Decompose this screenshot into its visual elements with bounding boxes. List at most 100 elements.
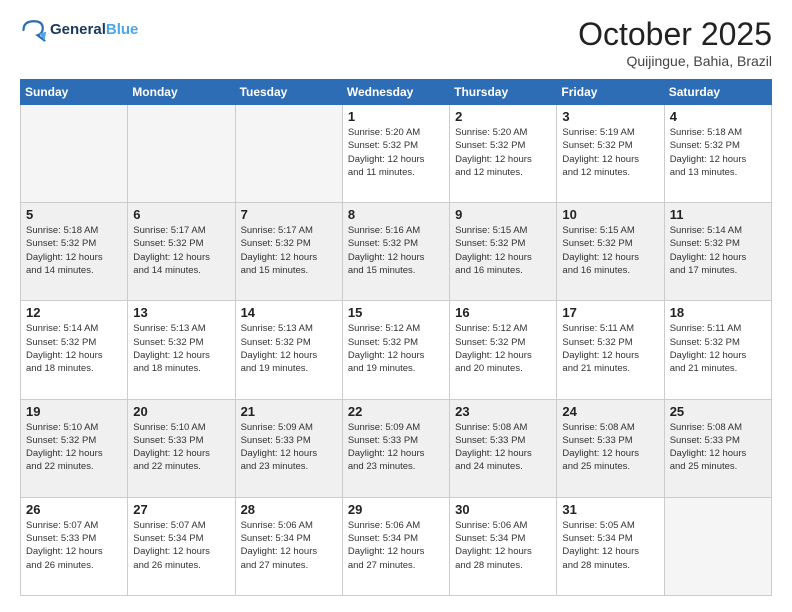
table-row: 7 Sunrise: 5:17 AMSunset: 5:32 PMDaylight… — [235, 203, 342, 301]
table-row: 30Sunrise: 5:06 AMSunset: 5:34 PMDayligh… — [450, 497, 557, 595]
table-row: 14Sunrise: 5:13 AMSunset: 5:32 PMDayligh… — [235, 301, 342, 399]
day-info: Sunrise: 5:11 AMSunset: 5:32 PMDaylight:… — [670, 322, 766, 375]
calendar-week-row: 26 Sunrise: 5:07 AMSunset: 5:33 PMDayligh… — [21, 497, 772, 595]
calendar-header-row: Sunday Monday Tuesday Wednesday Thursday… — [21, 80, 772, 105]
logo-text: GeneralBlue — [50, 21, 138, 39]
day-info: Sunrise: 5:14 AMSunset: 5:32 PMDaylight:… — [670, 224, 766, 277]
table-row: 27Sunrise: 5:07 AMSunset: 5:34 PMDayligh… — [128, 497, 235, 595]
day-info: Sunrise: 5:08 AMSunset: 5:33 PMDaylight:… — [562, 421, 658, 474]
table-row: 2 Sunrise: 5:20 AMSunset: 5:32 PMDaylight… — [450, 105, 557, 203]
col-thursday: Thursday — [450, 80, 557, 105]
table-row — [235, 105, 342, 203]
table-row: 16 Sunrise: 5:12 AMSunset: 5:32 PMDayligh… — [450, 301, 557, 399]
table-row — [21, 105, 128, 203]
calendar-week-row: 12Sunrise: 5:14 AMSunset: 5:32 PMDayligh… — [21, 301, 772, 399]
day-number: 14 — [241, 305, 337, 320]
day-info: Sunrise: 5:19 AMSunset: 5:32 PMDaylight:… — [562, 126, 658, 179]
table-row: 4 Sunrise: 5:18 AMSunset: 5:32 PMDaylight… — [664, 105, 771, 203]
table-row: 22 Sunrise: 5:09 AMSunset: 5:33 PMDayligh… — [342, 399, 449, 497]
table-row: 26 Sunrise: 5:07 AMSunset: 5:33 PMDayligh… — [21, 497, 128, 595]
page: GeneralBlue October 2025 Quijingue, Bahi… — [0, 0, 792, 612]
day-number: 20 — [133, 404, 229, 419]
table-row: 10 Sunrise: 5:15 AMSunset: 5:32 PMDayligh… — [557, 203, 664, 301]
table-row: 3Sunrise: 5:19 AMSunset: 5:32 PMDaylight… — [557, 105, 664, 203]
day-number: 17 — [562, 305, 658, 320]
table-row: 11 Sunrise: 5:14 AMSunset: 5:32 PMDayligh… — [664, 203, 771, 301]
table-row: 28 Sunrise: 5:06 AMSunset: 5:34 PMDayligh… — [235, 497, 342, 595]
table-row: 21 Sunrise: 5:09 AMSunset: 5:33 PMDayligh… — [235, 399, 342, 497]
day-number: 11 — [670, 207, 766, 222]
table-row: 25 Sunrise: 5:08 AMSunset: 5:33 PMDayligh… — [664, 399, 771, 497]
logo: GeneralBlue — [20, 16, 138, 44]
day-info: Sunrise: 5:10 AMSunset: 5:32 PMDaylight:… — [26, 421, 122, 474]
table-row: 29 Sunrise: 5:06 AMSunset: 5:34 PMDayligh… — [342, 497, 449, 595]
day-number: 1 — [348, 109, 444, 124]
col-friday: Friday — [557, 80, 664, 105]
day-info: Sunrise: 5:12 AMSunset: 5:32 PMDaylight:… — [455, 322, 551, 375]
subtitle: Quijingue, Bahia, Brazil — [578, 53, 772, 69]
day-number: 21 — [241, 404, 337, 419]
day-number: 4 — [670, 109, 766, 124]
day-info: Sunrise: 5:15 AMSunset: 5:32 PMDaylight:… — [562, 224, 658, 277]
title-block: October 2025 Quijingue, Bahia, Brazil — [578, 16, 772, 69]
day-info: Sunrise: 5:08 AMSunset: 5:33 PMDaylight:… — [670, 421, 766, 474]
day-info: Sunrise: 5:17 AMSunset: 5:32 PMDaylight:… — [241, 224, 337, 277]
col-sunday: Sunday — [21, 80, 128, 105]
col-monday: Monday — [128, 80, 235, 105]
table-row: 15 Sunrise: 5:12 AMSunset: 5:32 PMDayligh… — [342, 301, 449, 399]
day-info: Sunrise: 5:15 AMSunset: 5:32 PMDaylight:… — [455, 224, 551, 277]
table-row — [128, 105, 235, 203]
day-number: 18 — [670, 305, 766, 320]
day-info: Sunrise: 5:16 AMSunset: 5:32 PMDaylight:… — [348, 224, 444, 277]
table-row: 6 Sunrise: 5:17 AMSunset: 5:32 PMDaylight… — [128, 203, 235, 301]
day-number: 29 — [348, 502, 444, 517]
day-number: 7 — [241, 207, 337, 222]
day-number: 24 — [562, 404, 658, 419]
table-row: 31Sunrise: 5:05 AMSunset: 5:34 PMDayligh… — [557, 497, 664, 595]
day-info: Sunrise: 5:09 AMSunset: 5:33 PMDaylight:… — [348, 421, 444, 474]
day-info: Sunrise: 5:07 AMSunset: 5:33 PMDaylight:… — [26, 519, 122, 572]
day-info: Sunrise: 5:12 AMSunset: 5:32 PMDaylight:… — [348, 322, 444, 375]
day-info: Sunrise: 5:18 AMSunset: 5:32 PMDaylight:… — [670, 126, 766, 179]
table-row: 12Sunrise: 5:14 AMSunset: 5:32 PMDayligh… — [21, 301, 128, 399]
day-number: 2 — [455, 109, 551, 124]
col-saturday: Saturday — [664, 80, 771, 105]
calendar-week-row: 5Sunrise: 5:18 AMSunset: 5:32 PMDaylight… — [21, 203, 772, 301]
header: GeneralBlue October 2025 Quijingue, Bahi… — [20, 16, 772, 69]
calendar-week-row: 1 Sunrise: 5:20 AMSunset: 5:32 PMDaylight… — [21, 105, 772, 203]
day-number: 19 — [26, 404, 122, 419]
day-number: 9 — [455, 207, 551, 222]
day-info: Sunrise: 5:11 AMSunset: 5:32 PMDaylight:… — [562, 322, 658, 375]
day-number: 22 — [348, 404, 444, 419]
day-number: 30 — [455, 502, 551, 517]
day-info: Sunrise: 5:06 AMSunset: 5:34 PMDaylight:… — [348, 519, 444, 572]
calendar-week-row: 19 Sunrise: 5:10 AMSunset: 5:32 PMDayligh… — [21, 399, 772, 497]
table-row: 18 Sunrise: 5:11 AMSunset: 5:32 PMDayligh… — [664, 301, 771, 399]
day-info: Sunrise: 5:20 AMSunset: 5:32 PMDaylight:… — [455, 126, 551, 179]
day-number: 26 — [26, 502, 122, 517]
calendar-table: Sunday Monday Tuesday Wednesday Thursday… — [20, 79, 772, 596]
day-info: Sunrise: 5:10 AMSunset: 5:33 PMDaylight:… — [133, 421, 229, 474]
day-info: Sunrise: 5:18 AMSunset: 5:32 PMDaylight:… — [26, 224, 122, 277]
day-number: 15 — [348, 305, 444, 320]
table-row: 13 Sunrise: 5:13 AMSunset: 5:32 PMDayligh… — [128, 301, 235, 399]
day-number: 16 — [455, 305, 551, 320]
day-info: Sunrise: 5:17 AMSunset: 5:32 PMDaylight:… — [133, 224, 229, 277]
day-number: 25 — [670, 404, 766, 419]
day-info: Sunrise: 5:08 AMSunset: 5:33 PMDaylight:… — [455, 421, 551, 474]
day-number: 8 — [348, 207, 444, 222]
day-number: 28 — [241, 502, 337, 517]
day-info: Sunrise: 5:09 AMSunset: 5:33 PMDaylight:… — [241, 421, 337, 474]
day-info: Sunrise: 5:13 AMSunset: 5:32 PMDaylight:… — [133, 322, 229, 375]
day-number: 6 — [133, 207, 229, 222]
table-row: 23 Sunrise: 5:08 AMSunset: 5:33 PMDayligh… — [450, 399, 557, 497]
day-number: 23 — [455, 404, 551, 419]
day-number: 31 — [562, 502, 658, 517]
table-row: 20 Sunrise: 5:10 AMSunset: 5:33 PMDayligh… — [128, 399, 235, 497]
day-number: 13 — [133, 305, 229, 320]
day-info: Sunrise: 5:06 AMSunset: 5:34 PMDaylight:… — [241, 519, 337, 572]
table-row: 1Sunrise: 5:20 AMSunset: 5:32 PMDaylight… — [342, 105, 449, 203]
col-tuesday: Tuesday — [235, 80, 342, 105]
day-number: 27 — [133, 502, 229, 517]
day-number: 10 — [562, 207, 658, 222]
